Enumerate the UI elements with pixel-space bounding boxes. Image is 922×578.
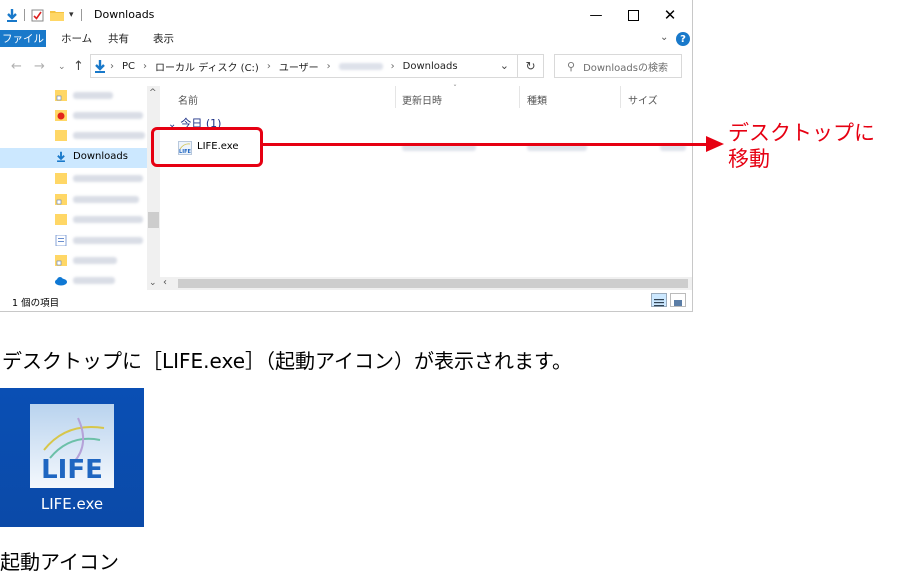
nav-item[interactable] bbox=[0, 190, 147, 210]
ribbon-tabs: ファイル ホーム 共有 表示 ⌄ ? bbox=[0, 30, 692, 47]
breadcrumb-separator-icon: › bbox=[143, 60, 148, 72]
desktop-background: LIFE LIFE.exe bbox=[0, 388, 144, 527]
special-folder-icon bbox=[55, 110, 67, 121]
tab-view[interactable]: 表示 bbox=[153, 31, 174, 46]
large-icons-view-icon bbox=[674, 300, 682, 306]
quick-access-toolbar: ▾ bbox=[6, 7, 82, 23]
breadcrumb-separator-icon: › bbox=[110, 60, 114, 72]
sort-indicator-icon: ˇ bbox=[453, 84, 457, 93]
column-name[interactable]: 名前 bbox=[178, 92, 198, 107]
nav-item[interactable] bbox=[0, 210, 147, 230]
column-type[interactable]: 種類 bbox=[527, 92, 547, 107]
arrow-head-icon bbox=[706, 136, 724, 152]
instruction-caption: デスクトップに［LIFE.exe］（起動アイコン）が表示されます。 bbox=[2, 349, 573, 373]
document-icon bbox=[55, 235, 67, 246]
sidebar-item-downloads[interactable]: Downloads bbox=[0, 148, 147, 168]
folder-icon bbox=[55, 214, 67, 225]
address-dropdown-icon[interactable]: ⌄ bbox=[500, 59, 509, 72]
help-icon[interactable]: ? bbox=[676, 32, 690, 46]
search-icon: ⚲ bbox=[567, 59, 576, 73]
life-app-icon[interactable]: LIFE bbox=[30, 404, 114, 488]
breadcrumb-separator-icon: › bbox=[326, 60, 331, 72]
explorer-window: ▾ Downloads — ✕ ファイル ホーム 共有 表示 ⌄ ? ← → ⌄… bbox=[0, 0, 693, 312]
window-title: Downloads bbox=[94, 8, 155, 21]
nav-item[interactable] bbox=[0, 271, 147, 291]
expand-ribbon-icon[interactable]: ⌄ bbox=[660, 32, 668, 43]
details-view-icon bbox=[654, 299, 664, 307]
folder-icon bbox=[55, 173, 67, 184]
sidebar-item-label: Downloads bbox=[73, 151, 128, 162]
nav-item[interactable] bbox=[0, 231, 147, 251]
column-divider bbox=[395, 86, 396, 108]
back-arrow-icon[interactable]: ← bbox=[11, 59, 22, 74]
column-divider bbox=[620, 86, 621, 108]
search-input[interactable]: ⚲ Downloadsの検索 bbox=[554, 54, 682, 78]
download-arrow-icon[interactable] bbox=[6, 8, 18, 22]
breadcrumb-separator-icon: › bbox=[266, 60, 271, 72]
close-button[interactable]: ✕ bbox=[647, 0, 692, 30]
breadcrumb-username[interactable] bbox=[338, 62, 383, 70]
shortcut-folder-icon bbox=[55, 194, 67, 205]
tab-file[interactable]: ファイル bbox=[0, 30, 46, 47]
scroll-down-icon[interactable]: ⌄ bbox=[149, 278, 157, 288]
forward-arrow-icon[interactable]: → bbox=[34, 59, 45, 74]
scroll-left-icon[interactable]: ‹ bbox=[163, 277, 167, 288]
column-date[interactable]: 更新日時 bbox=[402, 92, 442, 107]
toolbar-divider bbox=[24, 9, 25, 21]
desktop-icon-label: LIFE.exe bbox=[40, 495, 104, 513]
annotation-line2: 移動 bbox=[728, 147, 770, 171]
highlight-box bbox=[151, 127, 263, 167]
recent-locations-icon[interactable]: ⌄ bbox=[58, 62, 66, 72]
breadcrumb-separator-icon: › bbox=[390, 60, 395, 72]
breadcrumb-pc[interactable]: PC bbox=[122, 61, 135, 72]
scroll-up-icon[interactable]: ^ bbox=[149, 88, 157, 98]
title-bar: ▾ Downloads — ✕ bbox=[0, 0, 692, 30]
breadcrumb-downloads[interactable]: Downloads bbox=[403, 61, 458, 72]
nav-item[interactable] bbox=[0, 86, 147, 106]
address-row: ← → ⌄ ↑ › PC › ローカル ディスク (C:) › ユーザー › ›… bbox=[0, 53, 692, 81]
column-divider bbox=[519, 86, 520, 108]
annotation-line1: デスクトップに bbox=[728, 121, 875, 145]
properties-check-icon[interactable] bbox=[31, 9, 44, 22]
item-count: 1 個の項目 bbox=[12, 298, 60, 309]
folder-icon bbox=[55, 90, 67, 101]
life-logo-text: LIFE bbox=[41, 455, 103, 485]
large-icons-view-button[interactable] bbox=[670, 293, 686, 307]
refresh-icon[interactable]: ↻ bbox=[518, 54, 544, 78]
folder-icon bbox=[55, 130, 67, 141]
breadcrumb-users[interactable]: ユーザー bbox=[279, 59, 319, 74]
download-arrow-icon bbox=[95, 60, 105, 73]
navigation-pane: Downloads bbox=[0, 86, 160, 290]
address-bar[interactable]: › PC › ローカル ディスク (C:) › ユーザー › › Downloa… bbox=[90, 54, 518, 78]
tab-home[interactable]: ホーム bbox=[61, 31, 92, 46]
nav-item[interactable] bbox=[0, 126, 147, 146]
tab-share[interactable]: 共有 bbox=[108, 31, 129, 46]
arrow-line bbox=[263, 143, 708, 146]
file-list-hscrollbar-thumb[interactable] bbox=[178, 279, 688, 288]
nav-scrollbar-thumb[interactable] bbox=[148, 212, 159, 228]
download-arrow-icon bbox=[57, 151, 65, 162]
customize-toolbar-icon[interactable]: ▾ bbox=[69, 10, 74, 20]
toolbar-divider bbox=[80, 9, 82, 21]
breadcrumb-local-disk[interactable]: ローカル ディスク (C:) bbox=[155, 59, 259, 74]
nav-item[interactable] bbox=[0, 106, 147, 126]
nav-item[interactable] bbox=[0, 251, 147, 271]
new-folder-icon[interactable] bbox=[50, 9, 64, 21]
cloud-icon bbox=[55, 277, 67, 286]
column-size[interactable]: サイズ bbox=[628, 92, 658, 107]
nav-scrollbar[interactable] bbox=[147, 86, 160, 290]
status-bar bbox=[0, 290, 692, 311]
nav-item[interactable] bbox=[0, 169, 147, 189]
search-placeholder: Downloadsの検索 bbox=[583, 62, 668, 74]
icon-caption: 起動アイコン bbox=[0, 550, 119, 574]
shortcut-folder-icon bbox=[55, 255, 67, 266]
details-view-button[interactable] bbox=[651, 293, 667, 307]
up-arrow-icon[interactable]: ↑ bbox=[73, 59, 84, 74]
